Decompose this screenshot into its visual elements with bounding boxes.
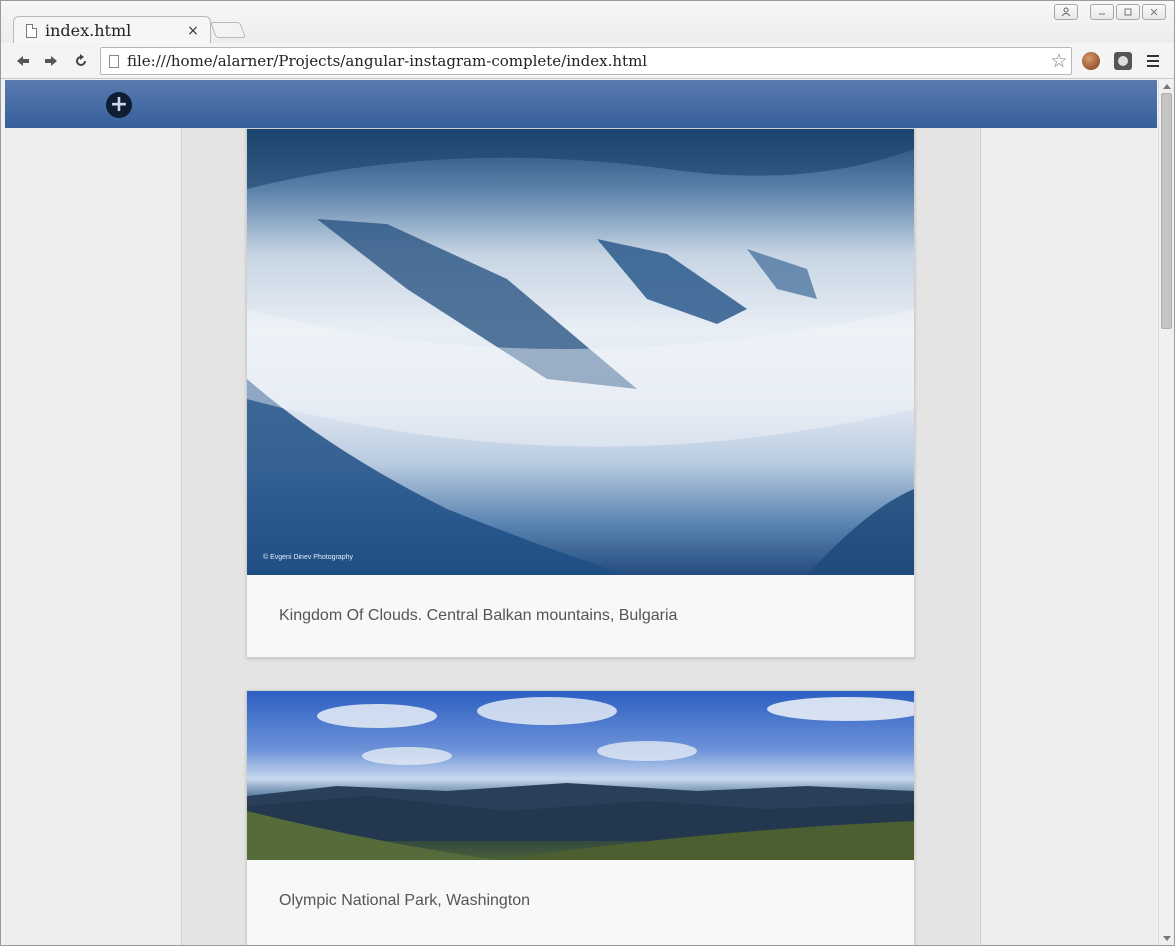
post-card: © Evgeni Dinev Photography Kingdom Of Cl… [246, 128, 915, 658]
extension-camera-icon[interactable] [1114, 52, 1132, 70]
scrollbar-thumb[interactable] [1161, 93, 1172, 329]
tab-index-html[interactable]: index.html × [13, 16, 211, 44]
scroll-up-icon[interactable] [1163, 84, 1171, 89]
user-icon[interactable] [1054, 4, 1078, 20]
url-text[interactable]: file:///home/alarner/Projects/angular-in… [127, 52, 1047, 70]
reload-icon[interactable] [71, 51, 91, 71]
app-header: + [5, 80, 1157, 128]
page-icon [26, 23, 37, 38]
star-icon[interactable]: ☆ [1047, 50, 1071, 72]
vertical-scrollbar[interactable] [1158, 80, 1173, 945]
page-viewport: + © Evgeni Dinev Photography Kingdom Of … [5, 80, 1157, 945]
photo-credit: © Evgeni Dinev Photography [263, 554, 353, 561]
post-photo[interactable] [247, 691, 914, 860]
maximize-icon[interactable] [1116, 4, 1140, 20]
post-photo[interactable]: © Evgeni Dinev Photography [247, 129, 914, 575]
post-caption: Kingdom Of Clouds. Central Balkan mounta… [279, 607, 678, 624]
minimize-icon[interactable] [1090, 4, 1114, 20]
menu-icon[interactable] [1147, 55, 1159, 70]
browser-toolbar: file:///home/alarner/Projects/angular-in… [1, 43, 1174, 79]
scroll-down-icon[interactable] [1163, 936, 1171, 941]
add-post-button[interactable]: + [106, 92, 132, 118]
browser-window: index.html × file:///home/alarner/Projec… [0, 0, 1175, 946]
new-tab-button[interactable] [210, 22, 246, 38]
post-card: Olympic National Park, Washington [246, 690, 915, 945]
back-icon[interactable] [13, 51, 33, 71]
tab-close-icon[interactable]: × [186, 23, 200, 39]
address-bar[interactable]: file:///home/alarner/Projects/angular-in… [100, 47, 1072, 75]
tab-title: index.html [45, 21, 132, 40]
page-icon [109, 54, 119, 68]
extension-icon[interactable] [1082, 52, 1100, 70]
window-controls [1054, 4, 1166, 20]
post-caption: Olympic National Park, Washington [279, 892, 531, 909]
forward-icon[interactable] [41, 51, 61, 71]
tab-strip: index.html × [1, 1, 1174, 44]
close-icon[interactable] [1142, 4, 1166, 20]
